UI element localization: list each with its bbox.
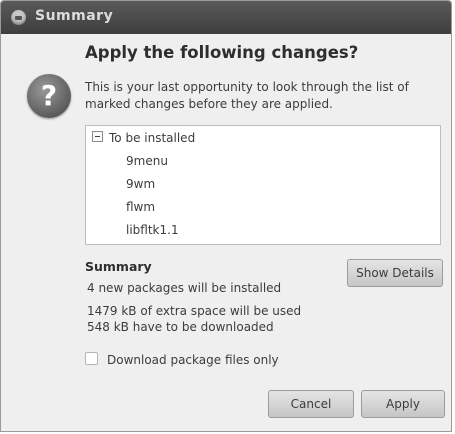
summary-download-size: 548 kB have to be downloaded [87, 320, 274, 334]
question-icon: ? [27, 74, 71, 118]
summary-heading: Summary [85, 259, 152, 274]
changes-tree[interactable]: To be installed 9menu 9wm flwm libfltk1.… [85, 125, 441, 245]
download-only-label: Download package files only [107, 353, 279, 367]
summary-dialog-window: Summary ? Apply the following changes? T… [0, 0, 452, 432]
summary-disk-space: 1479 kB of extra space will be used [87, 304, 302, 318]
tree-item-package[interactable]: 9menu [126, 152, 168, 170]
dialog-heading: Apply the following changes? [85, 43, 359, 62]
window-title: Summary [35, 8, 114, 24]
tree-item-package[interactable]: flwm [126, 198, 155, 216]
download-only-option[interactable]: Download package files only [85, 351, 279, 369]
title-bar[interactable]: Summary [1, 1, 451, 34]
collapse-icon[interactable] [92, 131, 103, 142]
tree-item-package[interactable]: libfltk1.1 [126, 221, 179, 239]
apply-button[interactable]: Apply [361, 390, 445, 418]
download-only-checkbox[interactable] [85, 352, 98, 365]
show-details-button[interactable]: Show Details [347, 259, 443, 287]
app-icon[interactable] [11, 10, 26, 25]
tree-group-to-be-installed[interactable]: To be installed [92, 129, 195, 147]
tree-item-package[interactable]: 9wm [126, 175, 155, 193]
tree-group-label: To be installed [109, 131, 196, 145]
dialog-description: This is your last opportunity to look th… [85, 80, 409, 111]
summary-packages-count: 4 new packages will be installed [87, 281, 282, 295]
cancel-button[interactable]: Cancel [268, 390, 354, 418]
